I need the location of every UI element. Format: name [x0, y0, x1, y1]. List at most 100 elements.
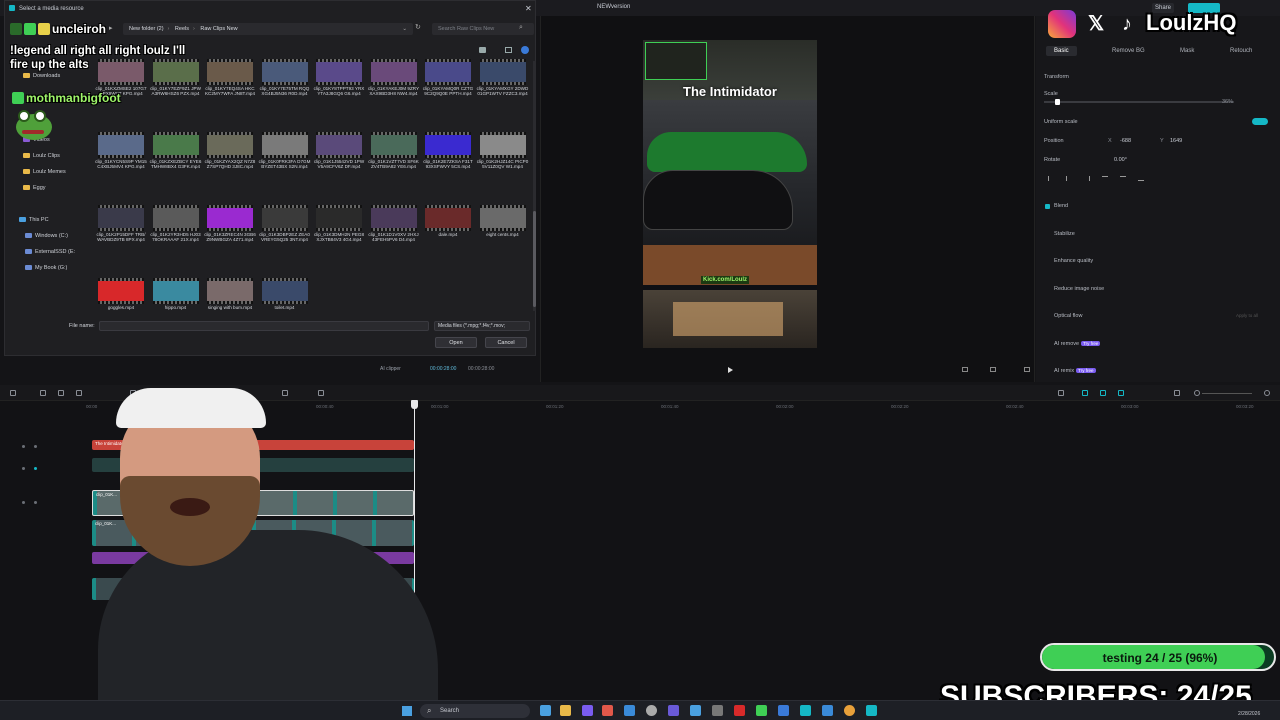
file-item[interactable]: clip_01KZXEZBCY EYE6TMHW8BX4 G3FK.mp4	[150, 130, 202, 196]
align-top-icon[interactable]	[1102, 176, 1108, 181]
file-explorer-icon[interactable]	[560, 705, 571, 716]
open-button[interactable]: Open	[435, 337, 477, 348]
align-right-icon[interactable]	[1084, 176, 1090, 181]
optical-flow-section[interactable]: Optical flow	[1054, 313, 1082, 319]
track-eye-icon[interactable]	[34, 501, 37, 504]
transform-section[interactable]: Transform	[1044, 74, 1069, 80]
screenshot-icon[interactable]	[990, 367, 996, 372]
file-item[interactable]: clip_01KYCN5S9P YM15C4XBJ5MV4 KPG.mp4	[95, 130, 147, 196]
app-icon[interactable]	[668, 705, 679, 716]
track-lock-icon[interactable]	[22, 501, 25, 504]
blend-section[interactable]: Blend	[1054, 203, 1068, 209]
tab-mask[interactable]: Mask	[1172, 46, 1202, 56]
file-item[interactable]: clip_01KYAKEJ0M 9ZRYXAX9BD3H8 NW4.mp4	[368, 57, 420, 123]
nav-item[interactable]: Windows (C:)	[25, 231, 68, 241]
nav-item[interactable]: Loulz Clips	[23, 151, 60, 161]
refresh-icon[interactable]: ↻	[415, 23, 421, 31]
apply-all-button[interactable]: Apply to all	[1236, 313, 1258, 318]
file-item[interactable]: toilet.mp4	[259, 276, 311, 313]
file-item[interactable]: clip_01KY7EQ4SA HKCKC2MY7WFA JN8T.mp4	[204, 57, 256, 123]
mic-icon[interactable]	[1058, 390, 1064, 396]
reduce-noise-section[interactable]: Reduce image noise	[1054, 286, 1104, 292]
file-item[interactable]: clip_01K2P15DFF TRB/WAVBDZ9TB 8PX.mp4	[95, 203, 147, 269]
nav-item[interactable]: Eggy	[23, 183, 46, 193]
breadcrumb-item[interactable]: Reels	[175, 26, 189, 32]
snap-icon[interactable]	[1082, 390, 1088, 396]
file-item[interactable]: clip_01KZYAX2QZ N7Z8Z7SP7QHD 3J8C.mp4	[204, 130, 256, 196]
scrollbar-thumb[interactable]	[533, 211, 536, 307]
align-middle-icon[interactable]	[1120, 176, 1126, 181]
app-icon[interactable]	[582, 705, 593, 716]
undo-icon[interactable]	[40, 390, 46, 396]
file-item[interactable]: clip_01K3DBP2EZ ZEA0VREYG5Q25 3NT.mp4	[259, 203, 311, 269]
file-item[interactable]: clip_01KY7E75TM RQQXG4BJ5N36 R0D.mp4	[259, 57, 311, 123]
blend-checkbox[interactable]	[1045, 204, 1050, 209]
file-item[interactable]: clip_01K2HJZ14C PICP05V11Z0QV W1.mp4	[477, 130, 529, 196]
cancel-button[interactable]: Cancel	[485, 337, 527, 348]
enhance-quality-section[interactable]: Enhance quality	[1054, 258, 1093, 264]
breadcrumb-item[interactable]: Raw Clips New	[200, 26, 237, 32]
fullscreen-icon[interactable]	[962, 367, 968, 372]
zoom-in-icon[interactable]	[1264, 390, 1270, 396]
windows-start-icon[interactable]	[402, 706, 412, 716]
uniform-scale-toggle[interactable]	[1252, 118, 1268, 125]
file-item[interactable]: clip_01K1D1V0XV 2HXJ43FEH5PV6 D4.mp4	[368, 203, 420, 269]
file-item[interactable]: hippo.mp4	[150, 276, 202, 313]
align-bottom-icon[interactable]	[1138, 176, 1144, 181]
nav-item[interactable]: Downloads	[23, 71, 60, 81]
file-item[interactable]: clip_01KY8TPPT93 YRXYTA3J8GQ6 G6.mp4	[313, 57, 365, 123]
filename-input[interactable]	[99, 321, 429, 331]
scale-value[interactable]: 36%	[1222, 99, 1233, 105]
view-mode-icon[interactable]	[479, 47, 486, 53]
preview-canvas[interactable]: The Intimidator Kick.com/Loulz	[643, 40, 817, 348]
app-icon[interactable]	[778, 705, 789, 716]
file-item[interactable]: clip_01K3ZREC4N 3GB6Z9NWBGZA 4Z71.mp4	[204, 203, 256, 269]
file-item[interactable]: clip_01K3DMH2N PEG8XJXTB84V3 4G4.mp4	[313, 203, 365, 269]
redo-icon[interactable]	[58, 390, 64, 396]
app-icon[interactable]	[712, 705, 723, 716]
app-icon[interactable]	[690, 705, 701, 716]
link-icon[interactable]	[1100, 390, 1106, 396]
file-item[interactable]: clip_01K0FRK3FA D7GMBYZET43BX S2N.mp4	[259, 130, 311, 196]
file-item[interactable]: clip_01K2YR3HD5 HJ0378OKRAAAF 21X.mp4	[150, 203, 202, 269]
ai-remix-section[interactable]: AI remix Try free	[1054, 368, 1096, 374]
zoom-out-icon[interactable]	[1194, 390, 1200, 396]
xbox-icon[interactable]	[756, 705, 767, 716]
file-item[interactable]: clip_01KYAMXGY 2DWD01GP1WTV FZZC3.mp4	[477, 57, 529, 123]
stabilize-section[interactable]: Stabilize	[1054, 231, 1075, 237]
file-item[interactable]: clip_01K1VZT7VD SF6KZV4TB9A82 YE6.mp4	[368, 130, 420, 196]
position-y-input[interactable]: 1649	[1170, 138, 1182, 144]
nav-item[interactable]: My Book (G:)	[25, 263, 67, 273]
chevron-down-icon[interactable]: ⌄	[402, 23, 407, 35]
file-item[interactable]: clip_01K2E7ZKSA F31T93XSFWVY 5CS.mp4	[422, 130, 474, 196]
nav-item[interactable]: This PC	[19, 215, 49, 225]
app-icon[interactable]	[800, 705, 811, 716]
help-icon[interactable]	[521, 46, 529, 54]
zoom-fit-icon[interactable]	[1174, 390, 1180, 396]
tab-remove-bg[interactable]: Remove BG	[1104, 46, 1153, 56]
tab-retouch[interactable]: Retouch	[1222, 46, 1260, 56]
taskbar-search[interactable]: Search	[420, 704, 530, 718]
file-item[interactable]: clip_01KYAMQ0R CZTG9C2Q9Q0E PPTH.mp4	[422, 57, 474, 123]
browser-icon[interactable]	[602, 705, 613, 716]
track-lock-icon[interactable]	[22, 445, 25, 448]
rotate-input[interactable]: 0.00°	[1114, 157, 1127, 163]
app-icon[interactable]	[866, 705, 877, 716]
play-icon[interactable]	[728, 367, 733, 373]
track-eye-icon[interactable]	[34, 467, 37, 470]
nav-item[interactable]: Loulz Memes	[23, 167, 66, 177]
preview-pane-icon[interactable]	[505, 47, 512, 53]
file-item[interactable]: goggles.mp4	[95, 276, 147, 313]
scale-slider[interactable]	[1044, 101, 1234, 103]
preview-axis-icon[interactable]	[1118, 390, 1124, 396]
app-icon[interactable]	[822, 705, 833, 716]
ai-clipper-button[interactable]: AI clipper	[380, 366, 401, 372]
tab-basic[interactable]: Basic	[1046, 46, 1077, 56]
zoom-slider[interactable]	[1202, 393, 1252, 394]
nav-item[interactable]: ExternalSSD (E:	[25, 247, 75, 257]
track-eye-icon[interactable]	[34, 445, 37, 448]
close-icon[interactable]: ✕	[525, 4, 532, 13]
folder-nav-icon[interactable]: ▸	[109, 24, 113, 32]
file-item[interactable]: dale.mp4	[422, 203, 474, 269]
select-tool-icon[interactable]	[10, 390, 16, 396]
